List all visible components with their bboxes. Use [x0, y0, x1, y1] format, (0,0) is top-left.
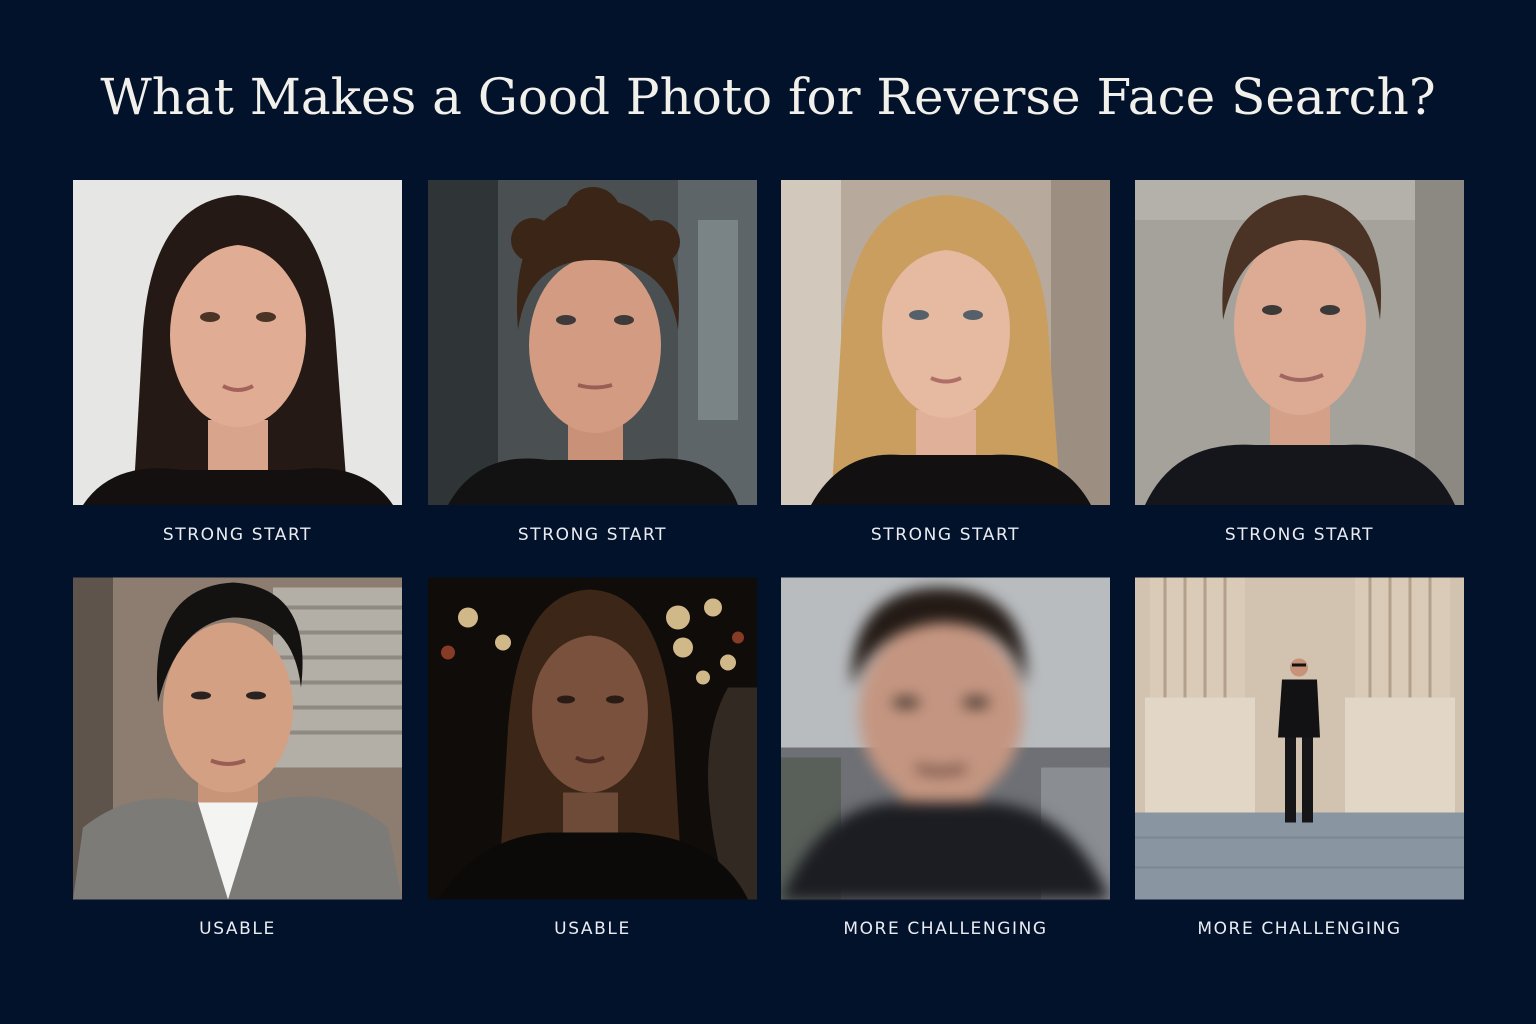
photo-label: STRONG START [1224, 525, 1375, 545]
photo-label: USABLE [199, 919, 276, 939]
photo-card: STRONG START [1135, 180, 1464, 545]
photo-label: STRONG START [517, 525, 668, 545]
photo-man-curly-hair [428, 180, 757, 505]
photo-man-stone-wall [1135, 180, 1464, 505]
photo-woman-blonde [781, 180, 1110, 505]
photo-card: STRONG START [428, 180, 757, 545]
photo-card: MORE CHALLENGING [781, 576, 1110, 939]
photo-woman-night [428, 576, 757, 901]
photo-man-blurred [781, 576, 1110, 901]
photo-label: MORE CHALLENGING [843, 919, 1048, 939]
photo-card: STRONG START [73, 180, 402, 545]
photo-card: USABLE [428, 576, 757, 939]
photo-card: STRONG START [781, 180, 1110, 545]
photo-woman-dark-hair [73, 180, 402, 505]
photo-label: USABLE [554, 919, 631, 939]
photo-card: USABLE [73, 576, 402, 939]
photo-man-distant [1135, 576, 1464, 901]
photo-label: STRONG START [162, 525, 313, 545]
photo-label: MORE CHALLENGING [1197, 919, 1402, 939]
page-title: What Makes a Good Photo for Reverse Face… [100, 68, 1436, 126]
photo-card: MORE CHALLENGING [1135, 576, 1464, 939]
photo-man-blazer [73, 576, 402, 901]
photo-label: STRONG START [870, 525, 1021, 545]
